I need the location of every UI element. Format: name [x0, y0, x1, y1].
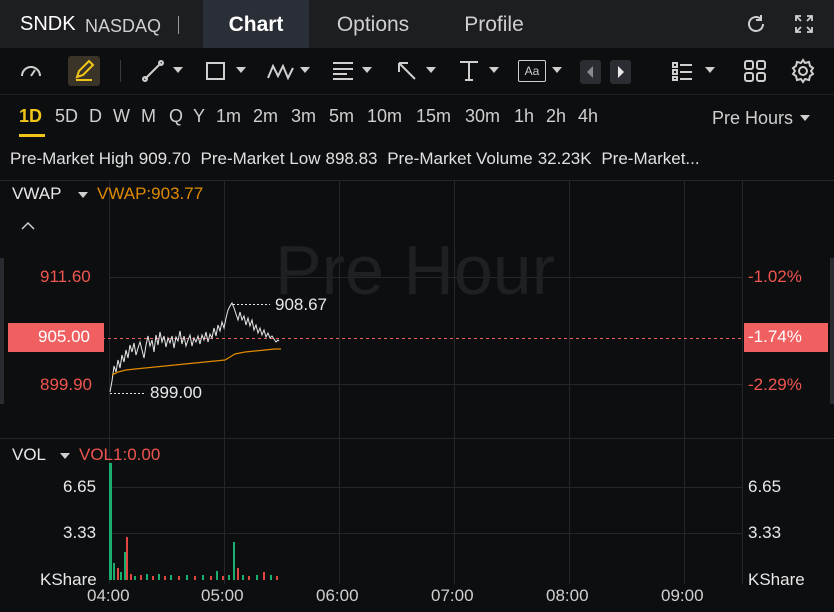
- price-tick-low: 899.90: [40, 375, 92, 394]
- volume-bar: [210, 576, 212, 580]
- volume-bar: [109, 463, 112, 580]
- volume-bar: [146, 574, 148, 580]
- collapse-panel-icon: [21, 221, 35, 230]
- volume-bar: [117, 568, 119, 580]
- volume-bar: [134, 576, 136, 580]
- volume-bar: [113, 563, 115, 580]
- x-tick-0700: 07:00: [431, 586, 474, 605]
- volume-bar: [216, 571, 218, 580]
- price-tick-high: 911.60: [40, 267, 91, 286]
- pct-tick-low: -2.29%: [748, 375, 802, 394]
- pct-tick-high: -1.02%: [748, 267, 802, 286]
- volume-bar: [158, 574, 160, 580]
- x-tick-0600: 06:00: [316, 586, 359, 605]
- volume-bar: [140, 575, 142, 580]
- volume-tick-high-left: 6.65: [63, 477, 97, 496]
- volume-bar: [152, 576, 154, 580]
- volume-tick-high-right: 6.65: [748, 477, 782, 496]
- volume-bar: [124, 552, 126, 580]
- price-line: [109, 301, 280, 393]
- x-tick-0900: 09:00: [661, 586, 704, 605]
- volume-bar: [233, 542, 235, 580]
- volume-bar: [186, 575, 188, 580]
- volume-indicator-value: VOL1:0.00: [79, 445, 161, 464]
- x-tick-0500: 05:00: [201, 586, 244, 605]
- low-marker-label: 899.00: [150, 383, 202, 402]
- x-tick-0400: 04:00: [87, 586, 130, 605]
- volume-bar: [222, 576, 224, 580]
- vwap-line: [111, 348, 281, 376]
- volume-bar: [164, 576, 166, 580]
- volume-tick-mid-left: 3.33: [63, 523, 97, 542]
- volume-bar: [130, 574, 132, 580]
- price-indicator-caret-icon[interactable]: [78, 192, 88, 198]
- current-price-tag: 905.00: [38, 327, 90, 346]
- chart-canvas[interactable]: Pre Hour: [0, 0, 834, 612]
- volume-bar: [248, 576, 250, 580]
- price-indicator-label[interactable]: VWAP: [12, 184, 61, 204]
- volume-bar: [228, 575, 230, 580]
- volume-unit-right: KShare: [748, 570, 805, 589]
- volume-bar: [170, 575, 172, 580]
- volume-bar: [194, 576, 196, 580]
- volume-bar: [202, 575, 204, 580]
- right-edge-handle: [830, 258, 834, 404]
- volume-bar: [120, 572, 122, 580]
- left-edge-handle: [0, 258, 4, 404]
- volume-bars: [109, 463, 278, 580]
- volume-bar: [237, 568, 239, 580]
- x-tick-0800: 08:00: [546, 586, 589, 605]
- volume-indicator-caret-icon[interactable]: [60, 453, 70, 459]
- high-marker-label: 908.67: [275, 295, 327, 314]
- vwap-value: VWAP:903.77: [97, 184, 204, 203]
- volume-bar: [126, 537, 128, 580]
- current-pct-tag: -1.74%: [748, 327, 802, 346]
- volume-bar: [263, 572, 265, 580]
- volume-bar: [270, 575, 272, 580]
- volume-indicator-label[interactable]: VOL: [12, 445, 46, 465]
- volume-bar: [256, 575, 258, 580]
- volume-bar: [242, 575, 244, 580]
- volume-bar: [276, 576, 278, 580]
- horizontal-gridlines: [109, 277, 742, 534]
- volume-tick-mid-right: 3.33: [748, 523, 782, 542]
- volume-bar: [178, 576, 180, 580]
